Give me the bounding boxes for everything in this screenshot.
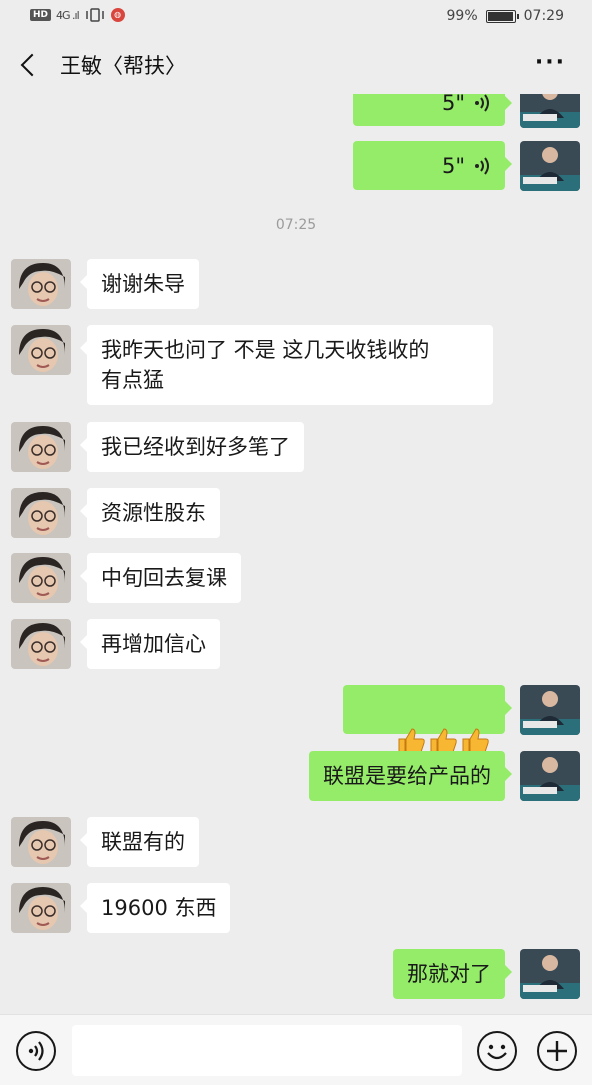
- contact-avatar[interactable]: [11, 817, 71, 867]
- message-row-incoming: 资源性股东: [0, 488, 592, 540]
- message-row-incoming: 再增加信心: [0, 619, 592, 671]
- message-bubble[interactable]: 我昨天也问了 不是 这几天收钱收的 有点猛: [80, 325, 493, 405]
- status-time: 07:29: [523, 8, 564, 24]
- more-icon[interactable]: ···: [535, 50, 566, 75]
- my-avatar[interactable]: [520, 949, 580, 999]
- status-icons-left: HD 4G .ıl ◍: [30, 8, 125, 22]
- contact-avatar[interactable]: [11, 259, 71, 309]
- voice-wave-icon: [475, 156, 489, 175]
- message-bubble[interactable]: 联盟是要给产品的: [309, 751, 512, 801]
- message-input[interactable]: [72, 1025, 462, 1076]
- vibrate-icon: [85, 8, 104, 22]
- plus-icon[interactable]: [537, 1031, 577, 1071]
- input-bar: [0, 1014, 592, 1085]
- message-row-incoming: 联盟有的: [0, 817, 592, 869]
- message-row-outgoing: 👍👍👍: [0, 685, 592, 755]
- message-bubble[interactable]: 联盟有的: [80, 817, 199, 867]
- contact-avatar[interactable]: [11, 619, 71, 669]
- message-row-incoming: 中旬回去复课: [0, 553, 592, 605]
- battery-icon: [485, 9, 519, 23]
- contact-avatar[interactable]: [11, 488, 71, 538]
- voice-duration: 5": [441, 153, 465, 178]
- contact-avatar[interactable]: [11, 553, 71, 603]
- status-icons-right: 99% 07:29: [447, 8, 564, 24]
- signal-icon: 4G .ıl: [56, 8, 80, 22]
- message-row-incoming: 我昨天也问了 不是 这几天收钱收的 有点猛: [0, 325, 592, 407]
- chat-messages[interactable]: 5" 5" 07:25 谢谢朱导 我昨天也问了 不是 这几天收钱收的 有点猛 我…: [0, 94, 592, 1014]
- contact-avatar[interactable]: [11, 422, 71, 472]
- my-avatar[interactable]: [520, 94, 580, 128]
- chat-title: 王敏〈帮扶〉: [60, 54, 186, 78]
- message-row-outgoing: 联盟是要给产品的: [0, 751, 592, 803]
- message-bubble[interactable]: 👍👍👍: [342, 685, 513, 755]
- my-avatar[interactable]: [520, 141, 580, 191]
- message-bubble[interactable]: 中旬回去复课: [80, 553, 241, 603]
- message-row-incoming: 19600 东西: [0, 883, 592, 935]
- message-row-outgoing: 5": [0, 94, 592, 128]
- message-row-outgoing: 5": [0, 141, 592, 191]
- contact-avatar[interactable]: [11, 883, 71, 933]
- my-avatar[interactable]: [520, 685, 580, 735]
- voice-duration: 5": [441, 94, 465, 115]
- chat-header: 王敏〈帮扶〉 ···: [0, 36, 592, 94]
- message-bubble[interactable]: 谢谢朱导: [80, 259, 199, 309]
- voice-message-bubble[interactable]: 5": [353, 141, 512, 190]
- message-row-incoming: 谢谢朱导: [0, 259, 592, 311]
- battery-level-fill: [487, 11, 513, 21]
- contact-avatar[interactable]: [11, 325, 71, 375]
- message-bubble[interactable]: 我已经收到好多笔了: [80, 422, 304, 472]
- emoji-icon[interactable]: [477, 1031, 517, 1071]
- message-row-outgoing: 那就对了: [0, 949, 592, 1001]
- status-bar: HD 4G .ıl ◍ 99% 07:29: [0, 0, 592, 36]
- message-bubble[interactable]: 19600 东西: [79, 883, 231, 933]
- my-avatar[interactable]: [520, 751, 580, 801]
- hd-badge: HD: [30, 9, 52, 21]
- bank-app-icon: ◍: [110, 8, 125, 22]
- voice-message-bubble[interactable]: 5": [353, 94, 512, 126]
- battery-percent: 99%: [446, 8, 478, 24]
- back-arrow-icon[interactable]: [18, 52, 42, 78]
- voice-wave-icon: [475, 94, 489, 112]
- message-bubble[interactable]: 资源性股东: [80, 488, 220, 538]
- message-bubble[interactable]: 那就对了: [393, 949, 512, 999]
- message-bubble[interactable]: 再增加信心: [80, 619, 220, 669]
- voice-input-icon[interactable]: [16, 1031, 56, 1071]
- time-divider: 07:25: [275, 217, 317, 233]
- message-row-incoming: 我已经收到好多笔了: [0, 422, 592, 474]
